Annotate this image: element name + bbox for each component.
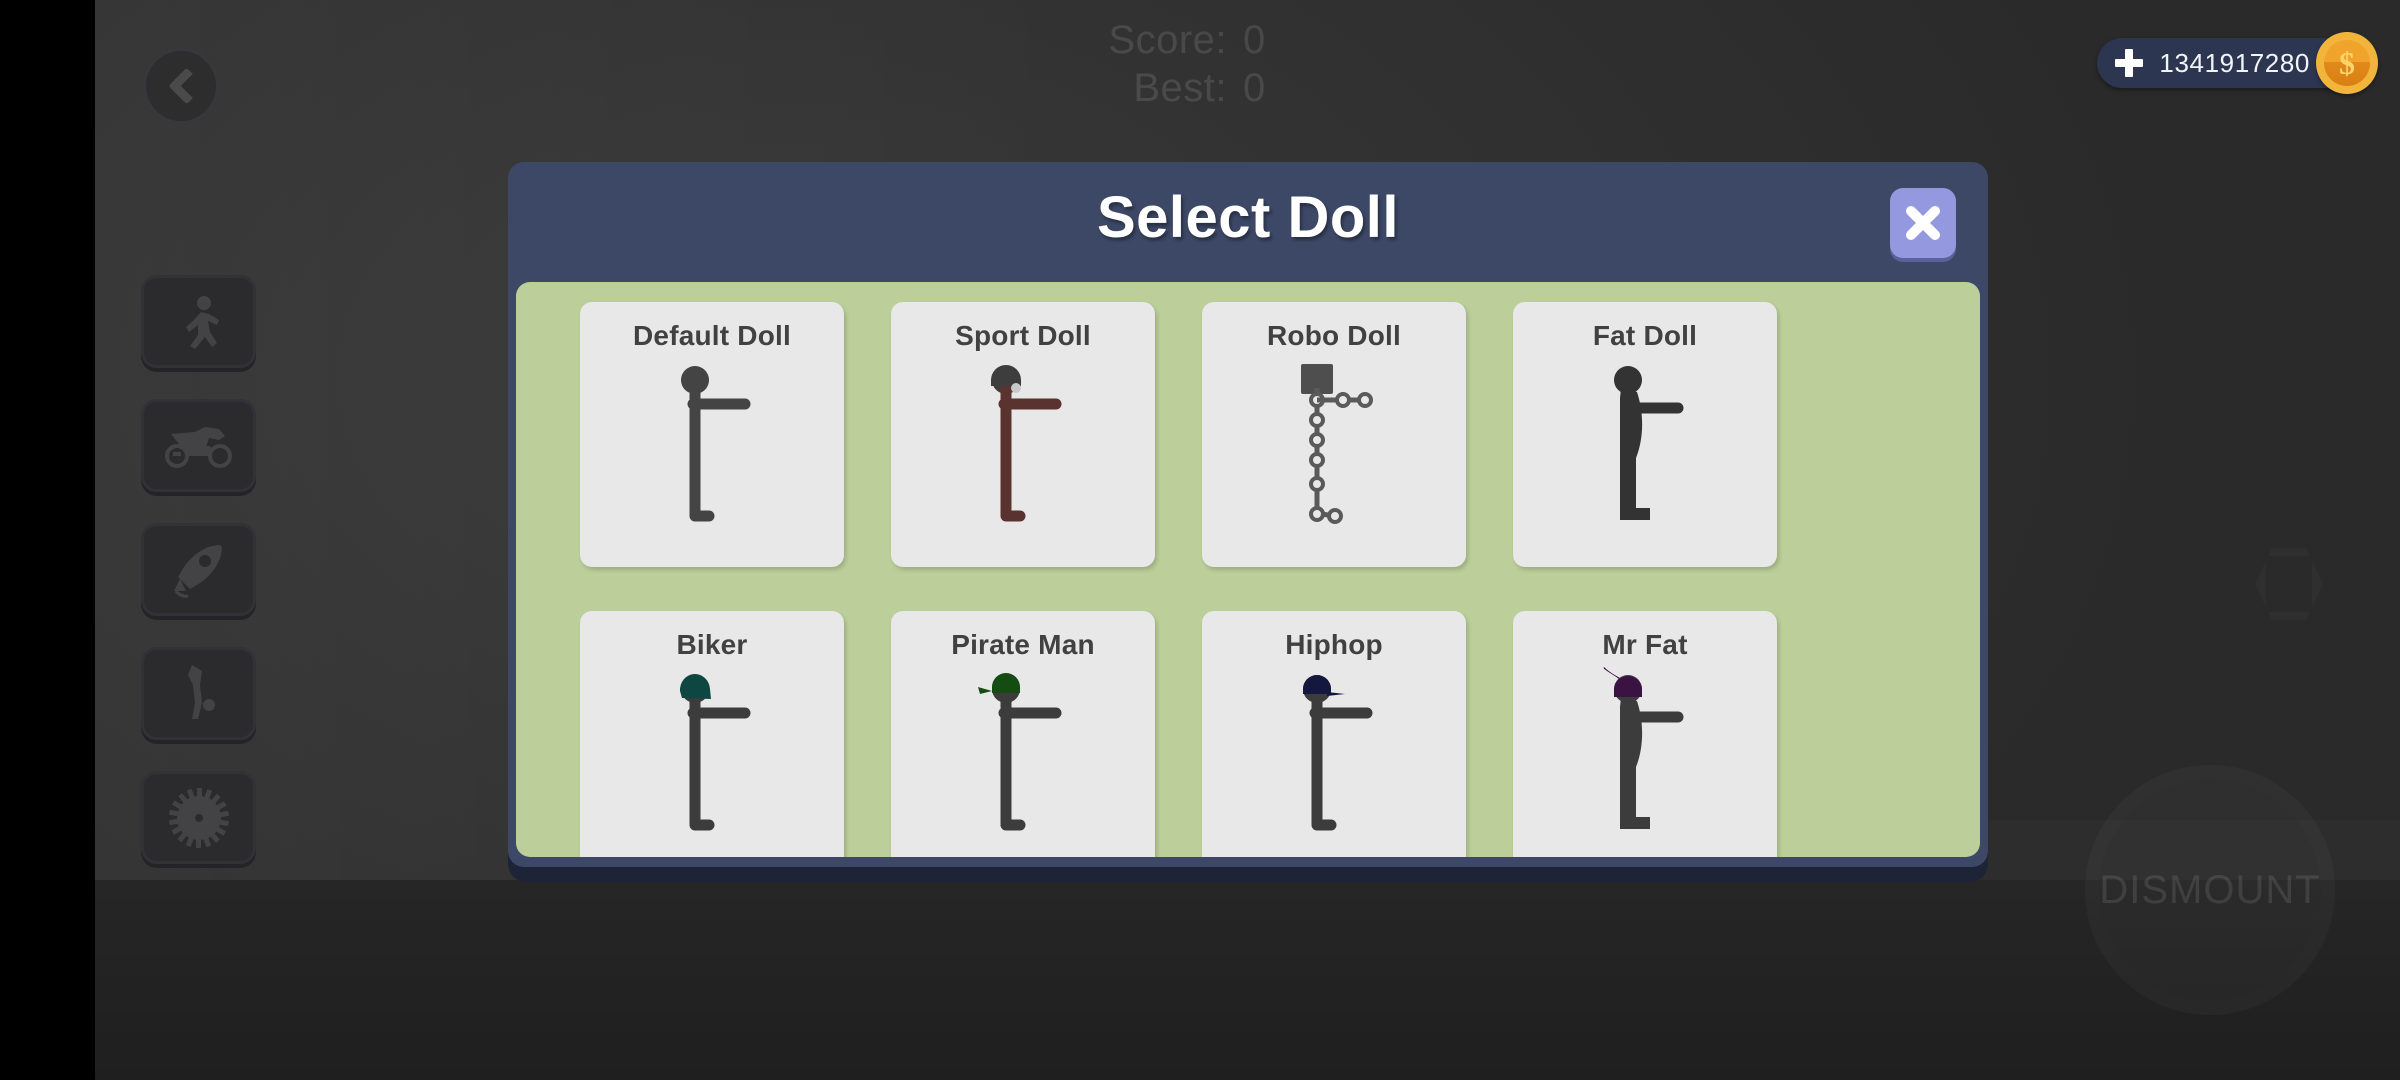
background-floor	[95, 880, 2400, 1080]
ragdoll-icon	[187, 664, 215, 719]
doll-card[interactable]: Sport Doll	[891, 302, 1155, 567]
modal-header: Select Doll	[508, 162, 1988, 277]
doll-name: Pirate Man	[951, 629, 1095, 660]
doll-card[interactable]: Fat Doll	[1513, 302, 1777, 567]
score-panel: Score: 0 Best: 0	[1040, 20, 1380, 116]
mode-rocket[interactable]	[141, 523, 256, 616]
doll-figure-icon	[679, 673, 751, 831]
doll-name: Fat Doll	[1592, 320, 1698, 351]
doll-card[interactable]: Hiphop	[1202, 611, 1466, 857]
coin-amount: 1341917280	[2159, 47, 2310, 78]
saw-blade-icon	[168, 787, 229, 848]
doll-figure-icon	[681, 366, 751, 522]
doll-figure-icon	[991, 365, 1062, 522]
doll-grid[interactable]: Default Doll Sport Doll Robo Doll Fat Doll B…	[516, 282, 1980, 857]
doll-preview	[891, 358, 1155, 548]
doll-name: Hiphop	[1285, 629, 1383, 660]
dollar-symbol: $	[2339, 45, 2355, 81]
doll-card[interactable]: Biker	[580, 611, 844, 857]
coin-inner: $	[2324, 40, 2370, 86]
doll-card[interactable]: Default Doll	[580, 302, 844, 567]
modal-title: Select Doll	[1096, 185, 1400, 250]
doll-row: Default Doll Sport Doll Robo Doll Fat Doll	[580, 302, 1916, 567]
modal-body: Default Doll Sport Doll Robo Doll Fat Doll B…	[516, 282, 1980, 857]
doll-figure-icon	[1301, 364, 1373, 524]
doll-figure-icon	[1614, 366, 1684, 520]
doll-figure-icon	[1603, 667, 1684, 829]
rocket-icon	[173, 544, 222, 598]
doll-card[interactable]: Robo Doll	[1202, 302, 1466, 567]
walking-person-icon	[185, 295, 219, 349]
motorcycle-icon	[164, 426, 232, 468]
best-value: 0	[1243, 66, 1266, 110]
doll-figure-icon	[1303, 675, 1373, 831]
close-button[interactable]	[1890, 188, 1956, 258]
game-screen: Score: 0 Best: 0 1341917280 $ DISMOUNT S…	[0, 0, 2400, 1080]
doll-figure-icon	[978, 673, 1062, 831]
doll-preview	[580, 667, 844, 857]
coin-balance-bar[interactable]: 1341917280 $	[2097, 32, 2378, 94]
chevron-left-icon	[168, 67, 206, 105]
score-row: Score: 0	[1040, 20, 1380, 60]
doll-preview	[1202, 667, 1466, 857]
best-label: Best:	[1133, 66, 1227, 110]
best-row: Best: 0	[1040, 68, 1380, 108]
score-label: Score:	[1108, 18, 1227, 62]
doll-name: Mr Fat	[1602, 629, 1688, 660]
mode-saw[interactable]	[141, 771, 256, 864]
doll-name: Biker	[676, 629, 748, 660]
hexagon-decoration-icon	[2255, 548, 2323, 620]
select-doll-modal: Select Doll Default Doll Sport Doll Robo D…	[508, 162, 1988, 867]
mode-walk[interactable]	[141, 275, 256, 368]
dismount-button[interactable]: DISMOUNT	[2085, 765, 2335, 1015]
doll-card[interactable]: Mr Fat	[1513, 611, 1777, 857]
gold-coin-icon: $	[2316, 32, 2378, 94]
mode-motorcycle[interactable]	[141, 399, 256, 492]
doll-name: Sport Doll	[955, 320, 1091, 351]
plus-icon[interactable]	[2115, 49, 2144, 77]
dismount-label: DISMOUNT	[2099, 867, 2321, 912]
mode-rail	[141, 275, 256, 864]
doll-preview	[891, 667, 1155, 857]
doll-row: Biker Pirate Man Hiphop Mr Fat	[580, 611, 1916, 857]
doll-preview	[1513, 667, 1777, 857]
score-value: 0	[1243, 18, 1266, 62]
close-icon	[1903, 203, 1943, 243]
back-button[interactable]	[143, 48, 219, 124]
doll-preview	[1513, 358, 1777, 548]
mode-ragdoll[interactable]	[141, 647, 256, 740]
doll-name: Default Doll	[633, 320, 791, 351]
doll-preview	[580, 358, 844, 548]
doll-card[interactable]: Pirate Man	[891, 611, 1155, 857]
doll-name: Robo Doll	[1267, 320, 1401, 351]
doll-preview	[1202, 358, 1466, 548]
